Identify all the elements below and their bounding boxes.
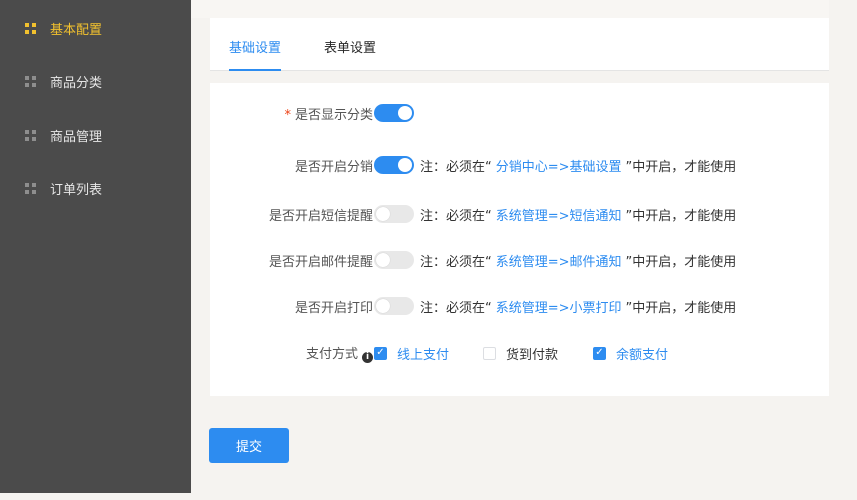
sidebar-item-product-category[interactable]: 商品分类	[0, 69, 191, 93]
checkbox-empty-icon	[483, 346, 496, 360]
switch-knob	[376, 207, 390, 221]
note-suffix: ”中开启，才能使用	[625, 254, 737, 270]
sidebar-item-label: 商品管理	[50, 129, 103, 145]
row-sms: 是否开启短信提醒 注：必须在“ 系统管理=>短信通知 ”中开启，才能使用	[210, 202, 829, 226]
switch-knob	[398, 158, 412, 172]
email-label: 是否开启邮件提醒	[268, 254, 373, 270]
distribution-switch[interactable]	[374, 156, 414, 174]
row-distribution: 是否开启分销 注：必须在“ 分销中心=>基础设置 ”中开启，才能使用	[210, 153, 829, 177]
payment-option-label: 货到付款	[506, 347, 559, 363]
email-settings-link[interactable]: 系统管理=>邮件通知	[492, 255, 626, 270]
note-prefix: 注：必须在“	[420, 159, 492, 175]
sms-label: 是否开启短信提醒	[268, 208, 373, 224]
payment-online-checkbox[interactable]: ✓ 线上支付	[374, 344, 449, 363]
payment-cod-checkbox[interactable]: 货到付款	[483, 344, 558, 363]
switch-knob	[398, 106, 412, 120]
show-category-label: * 是否显示分类	[284, 104, 373, 123]
sidebar-item-product-management[interactable]: 商品管理	[0, 123, 191, 147]
required-mark: *	[284, 107, 291, 123]
top-strip	[191, 0, 829, 18]
note-suffix: ”中开启，才能使用	[625, 300, 737, 316]
note-prefix: 注：必须在“	[420, 208, 492, 224]
grid-icon	[25, 129, 36, 141]
sidebar-item-label: 基本配置	[50, 22, 103, 38]
note-suffix: ”中开启，才能使用	[625, 159, 737, 175]
row-show-category: * 是否显示分类	[210, 101, 829, 125]
grid-icon	[25, 182, 36, 194]
row-print: 是否开启打印 注：必须在“ 系统管理=>小票打印 ”中开启，才能使用	[210, 294, 829, 318]
note-prefix: 注：必须在“	[420, 254, 492, 270]
tab-bar: 基础设置 表单设置	[210, 18, 829, 71]
grid-icon	[25, 75, 36, 87]
sms-note: 注：必须在“ 系统管理=>短信通知 ”中开启，才能使用	[420, 205, 736, 224]
note-prefix: 注：必须在“	[420, 300, 492, 316]
payment-label-text: 支付方式	[305, 347, 358, 362]
print-label: 是否开启打印	[294, 300, 373, 316]
sidebar: 基本配置 商品分类 商品管理 订单列表	[0, 0, 191, 493]
sidebar-item-order-list[interactable]: 订单列表	[0, 176, 191, 200]
distribution-settings-link[interactable]: 分销中心=>基础设置	[492, 160, 626, 175]
payment-option-label: 余额支付	[616, 347, 669, 363]
show-category-label-text: 是否显示分类	[294, 107, 373, 123]
show-category-switch[interactable]	[374, 104, 414, 122]
print-settings-link[interactable]: 系统管理=>小票打印	[492, 301, 626, 316]
row-payment: 支付方式 i ✓ 线上支付 货到付款 ✓ 余额支付	[210, 341, 829, 365]
sidebar-item-basic-config[interactable]: 基本配置	[0, 16, 191, 40]
note-suffix: ”中开启，才能使用	[625, 208, 737, 224]
payment-label: 支付方式 i	[306, 343, 373, 363]
sidebar-item-label: 商品分类	[50, 75, 103, 91]
sms-switch[interactable]	[374, 205, 414, 223]
distribution-label: 是否开启分销	[294, 159, 373, 175]
switch-knob	[376, 299, 390, 313]
email-note: 注：必须在“ 系统管理=>邮件通知 ”中开启，才能使用	[420, 251, 736, 270]
grid-icon	[25, 22, 36, 34]
payment-option-label: 线上支付	[397, 347, 450, 363]
row-email: 是否开启邮件提醒 注：必须在“ 系统管理=>邮件通知 ”中开启，才能使用	[210, 248, 829, 272]
sidebar-item-label: 订单列表	[50, 182, 103, 198]
checkmark-icon: ✓	[374, 346, 387, 360]
tab-basic-settings[interactable]: 基础设置	[229, 37, 282, 71]
tab-form-settings[interactable]: 表单设置	[324, 37, 376, 69]
switch-knob	[376, 253, 390, 267]
settings-form: * 是否显示分类 是否开启分销 注：必须在“ 分销中心=>基础设置 ”中开启，才能使用…	[210, 83, 829, 396]
email-switch[interactable]	[374, 251, 414, 269]
print-switch[interactable]	[374, 297, 414, 315]
distribution-note: 注：必须在“ 分销中心=>基础设置 ”中开启，才能使用	[420, 156, 736, 175]
sms-settings-link[interactable]: 系统管理=>短信通知	[492, 209, 626, 224]
submit-button[interactable]: 提交	[209, 428, 289, 463]
print-note: 注：必须在“ 系统管理=>小票打印 ”中开启，才能使用	[420, 297, 736, 316]
payment-balance-checkbox[interactable]: ✓ 余额支付	[593, 344, 668, 363]
info-icon[interactable]: i	[362, 352, 373, 363]
checkmark-icon: ✓	[593, 346, 606, 360]
